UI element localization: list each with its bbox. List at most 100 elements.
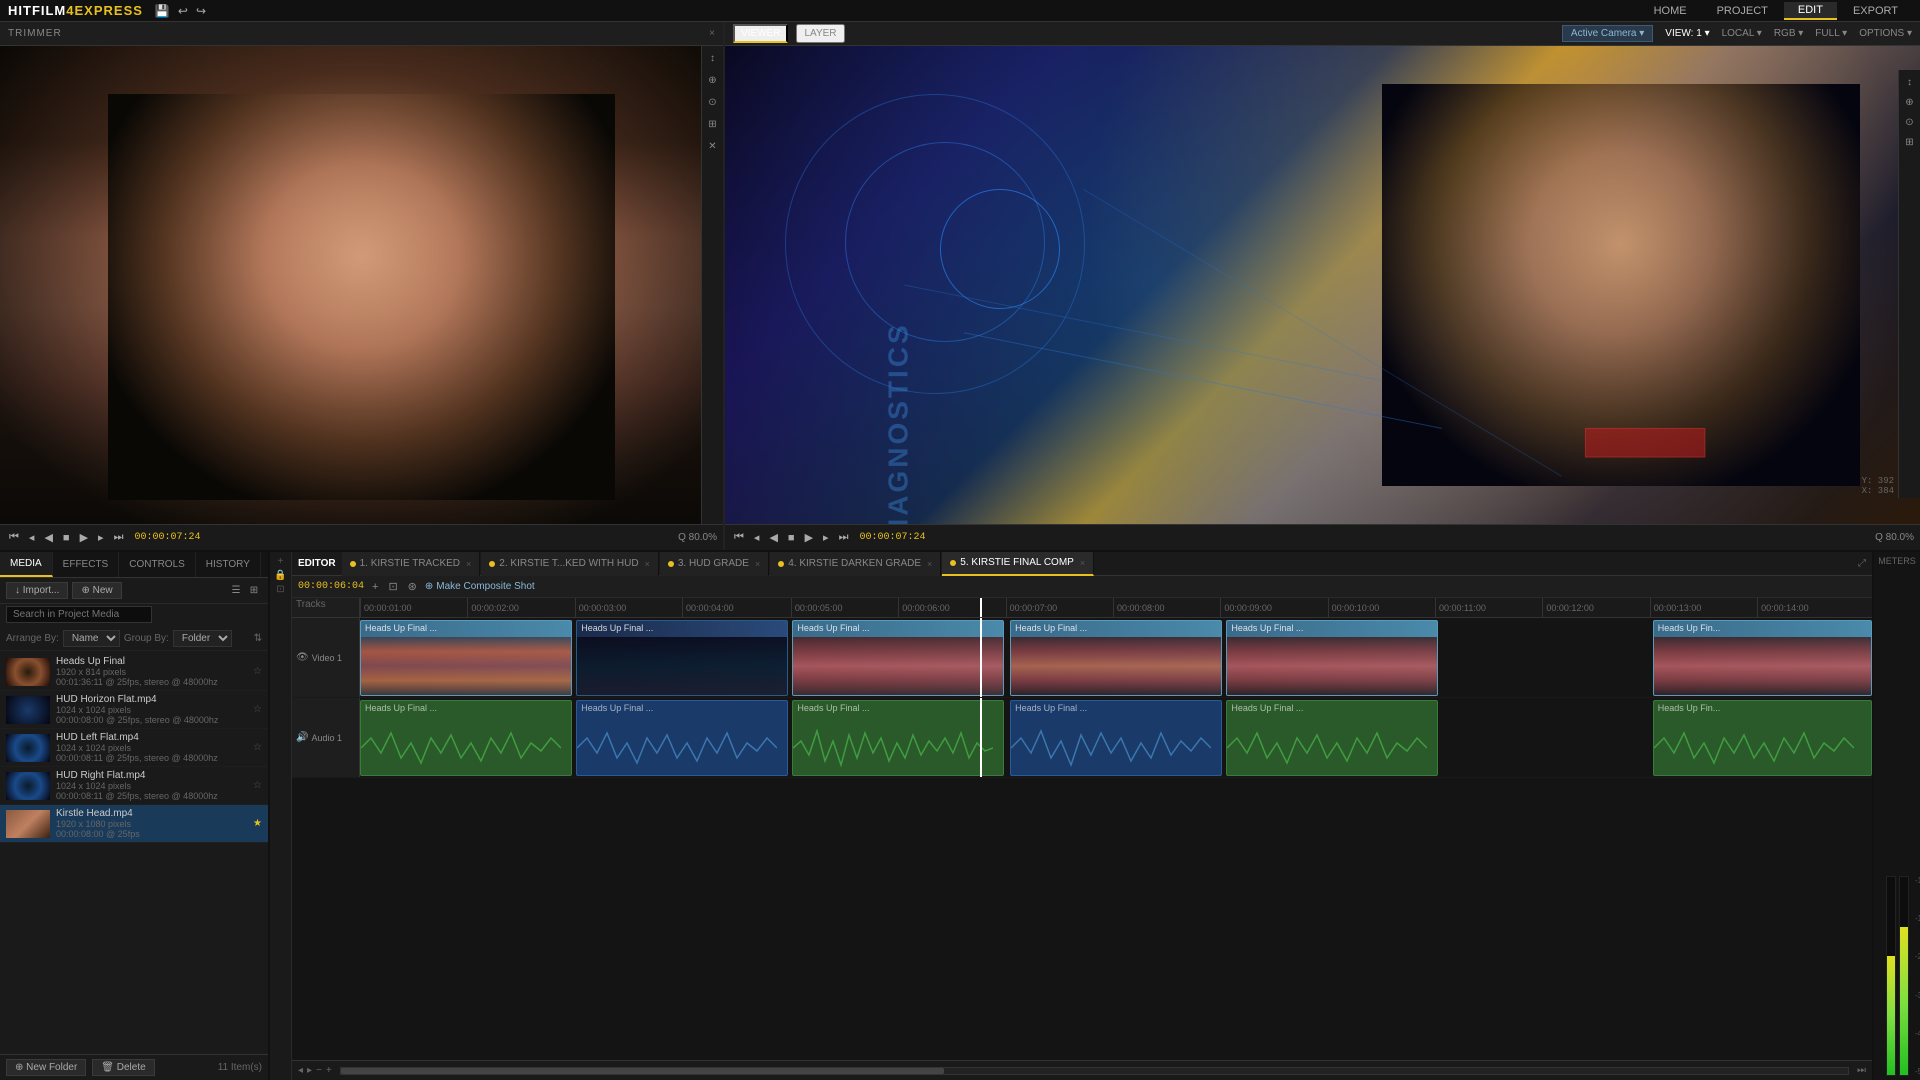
video-clip-3[interactable]: Heads Up Final ... <box>1010 620 1222 696</box>
group-by-select[interactable]: Folder <box>173 630 232 647</box>
video-track-eye[interactable]: 👁 <box>296 652 309 663</box>
new-button[interactable]: ⊕ New <box>72 582 121 599</box>
tl-add-btn[interactable]: + <box>370 581 380 593</box>
tab-history[interactable]: HISTORY <box>196 552 261 577</box>
video-track-content[interactable]: Heads Up Final ... Heads Up Final ... He… <box>360 618 1872 697</box>
media-search-input[interactable] <box>6 606 152 623</box>
arrange-by-select[interactable]: Name <box>63 630 120 647</box>
trim-step-back[interactable]: ◂ <box>26 530 38 545</box>
trim-play-prev[interactable]: ⏮ <box>6 530 22 545</box>
tl-zoom-out[interactable]: − <box>316 1065 322 1076</box>
active-camera-button[interactable]: Active Camera ▾ <box>1562 25 1653 42</box>
trim-step-fwd[interactable]: ▸ <box>95 530 107 545</box>
tl-scroll-right[interactable]: ▸ <box>307 1065 312 1076</box>
tl-end[interactable]: ⏭ <box>1857 1065 1866 1076</box>
audio-track-content[interactable]: Heads Up Final ... Heads Up Final ... <box>360 698 1872 777</box>
video-clip-4[interactable]: Heads Up Final ... <box>1226 620 1438 696</box>
nav-home[interactable]: HOME <box>1640 2 1701 20</box>
media-item-1[interactable]: HUD Horizon Flat.mp4 1024 x 1024 pixels … <box>0 691 268 729</box>
viewer-tool-1[interactable]: ↕ <box>1902 74 1918 90</box>
local-label[interactable]: LOCAL ▾ <box>1722 28 1762 39</box>
video-clip-0[interactable]: Heads Up Final ... <box>360 620 572 696</box>
undo-icon[interactable]: ↩ <box>178 4 188 18</box>
tool-arrow[interactable]: ↕ <box>705 50 721 66</box>
comp-tab-1[interactable]: 2. KIRSTIE T...KED WITH HUD × <box>481 552 659 576</box>
audio-clip-2[interactable]: Heads Up Final ... <box>792 700 1004 776</box>
audio-clip-1[interactable]: Heads Up Final ... <box>576 700 788 776</box>
make-comp-button[interactable]: ⊕ Make Composite Shot <box>425 581 535 592</box>
redo-icon[interactable]: ↪ <box>196 4 206 18</box>
media-item-2[interactable]: HUD Left Flat.mp4 1024 x 1024 pixels 00:… <box>0 729 268 767</box>
timeline-scrollbar[interactable] <box>340 1067 1849 1075</box>
viewer-tool-2[interactable]: ⊕ <box>1902 94 1918 110</box>
full-label[interactable]: FULL ▾ <box>1815 28 1847 39</box>
comp-tab-close-4[interactable]: × <box>1080 558 1085 568</box>
new-folder-button[interactable]: ⊕ New Folder <box>6 1059 86 1076</box>
nav-export[interactable]: EXPORT <box>1839 2 1912 20</box>
editor-expand-icon[interactable]: ⤢ <box>1858 558 1866 569</box>
trim-play-back[interactable]: ◀ <box>41 530 55 545</box>
rgb-label[interactable]: RGB ▾ <box>1774 28 1803 39</box>
import-button[interactable]: ↓ Import... <box>6 582 68 599</box>
viewer-step-fwd[interactable]: ▸ <box>820 530 832 545</box>
sort-icon[interactable]: ⇅ <box>254 633 262 644</box>
comp-tab-close-0[interactable]: × <box>466 559 471 569</box>
tl-magnet-btn[interactable]: ⊛ <box>406 580 419 593</box>
trim-play[interactable]: ▶ <box>77 530 91 545</box>
comp-tab-close-1[interactable]: × <box>645 559 650 569</box>
media-item-0[interactable]: Heads Up Final 1920 x 814 pixels 00:01:3… <box>0 653 268 691</box>
tl-zoom-in[interactable]: + <box>326 1065 332 1076</box>
video-clip-5[interactable]: Heads Up Fin... <box>1653 620 1872 696</box>
comp-tab-2[interactable]: 3. HUD GRADE × <box>660 552 769 576</box>
audio-track-icon[interactable]: 🔊 <box>296 732 308 743</box>
tab-layer[interactable]: LAYER <box>796 24 844 43</box>
tool-add[interactable]: ⊕ <box>705 72 721 88</box>
comp-tab-close-3[interactable]: × <box>927 559 932 569</box>
viewer-step-back[interactable]: ◂ <box>751 530 763 545</box>
tl-add-track[interactable]: + <box>278 556 284 567</box>
tool-grid[interactable]: ⊞ <box>705 116 721 132</box>
options-label[interactable]: OPTIONS ▾ <box>1859 28 1912 39</box>
tool-cross[interactable]: ✕ <box>705 138 721 154</box>
viewer-tool-3[interactable]: ⊙ <box>1902 114 1918 130</box>
view-1-label[interactable]: VIEW: 1 ▾ <box>1665 28 1709 39</box>
video-clip-1[interactable]: Heads Up Final ... <box>576 620 788 696</box>
trimmer-close-icon[interactable]: × <box>709 28 715 39</box>
tl-scroll-left[interactable]: ◂ <box>298 1065 303 1076</box>
media-item-3[interactable]: HUD Right Flat.mp4 1024 x 1024 pixels 00… <box>0 767 268 805</box>
comp-tab-close-2[interactable]: × <box>755 559 760 569</box>
nav-project[interactable]: PROJECT <box>1703 2 1782 20</box>
trim-stop[interactable]: ■ <box>60 531 73 545</box>
viewer-play-back[interactable]: ◀ <box>766 530 780 545</box>
audio-clip-4[interactable]: Heads Up Final ... <box>1226 700 1438 776</box>
tool-target[interactable]: ⊙ <box>705 94 721 110</box>
tl-lock[interactable]: 🔒 <box>274 570 286 581</box>
view-list-icon[interactable]: ☰ <box>228 583 244 599</box>
delete-button[interactable]: 🗑 Delete <box>92 1059 154 1076</box>
audio-clip-3[interactable]: Heads Up Final ... <box>1010 700 1222 776</box>
tl-timecode[interactable]: 00:00:06:04 <box>298 581 364 592</box>
tab-effects[interactable]: EFFECTS <box>53 552 120 577</box>
media-item-4[interactable]: Kirstle Head.mp4 1920 x 1080 pixels 00:0… <box>0 805 268 843</box>
viewer-stop[interactable]: ■ <box>785 531 798 545</box>
view-grid-icon[interactable]: ⊞ <box>246 583 262 599</box>
tab-controls[interactable]: CONTROLS <box>119 552 196 577</box>
tab-viewer[interactable]: VIEWER <box>733 24 788 43</box>
comp-tab-3[interactable]: 4. KIRSTIE DARKEN GRADE × <box>770 552 941 576</box>
comp-tab-0[interactable]: 1. KIRSTIE TRACKED × <box>342 552 481 576</box>
tab-media[interactable]: MEDIA <box>0 552 53 577</box>
viewer-play-next[interactable]: ⏭ <box>836 530 852 545</box>
nav-edit[interactable]: EDIT <box>1784 2 1837 20</box>
trim-play-next[interactable]: ⏭ <box>111 530 127 545</box>
media-star-4[interactable]: ★ <box>253 818 262 829</box>
viewer-tool-4[interactable]: ⊞ <box>1902 134 1918 150</box>
viewer-play[interactable]: ▶ <box>802 530 816 545</box>
viewer-play-prev[interactable]: ⏮ <box>731 530 747 545</box>
tl-snap-btn[interactable]: ⊡ <box>386 580 399 593</box>
audio-clip-0[interactable]: Heads Up Final ... <box>360 700 572 776</box>
tl-snap[interactable]: ⊡ <box>276 584 284 595</box>
save-icon[interactable]: 💾 <box>155 4 170 18</box>
video-clip-2[interactable]: Heads Up Final ... <box>792 620 1004 696</box>
comp-tab-4[interactable]: 5. KIRSTIE FINAL COMP × <box>942 552 1094 576</box>
audio-clip-5[interactable]: Heads Up Fin... <box>1653 700 1872 776</box>
